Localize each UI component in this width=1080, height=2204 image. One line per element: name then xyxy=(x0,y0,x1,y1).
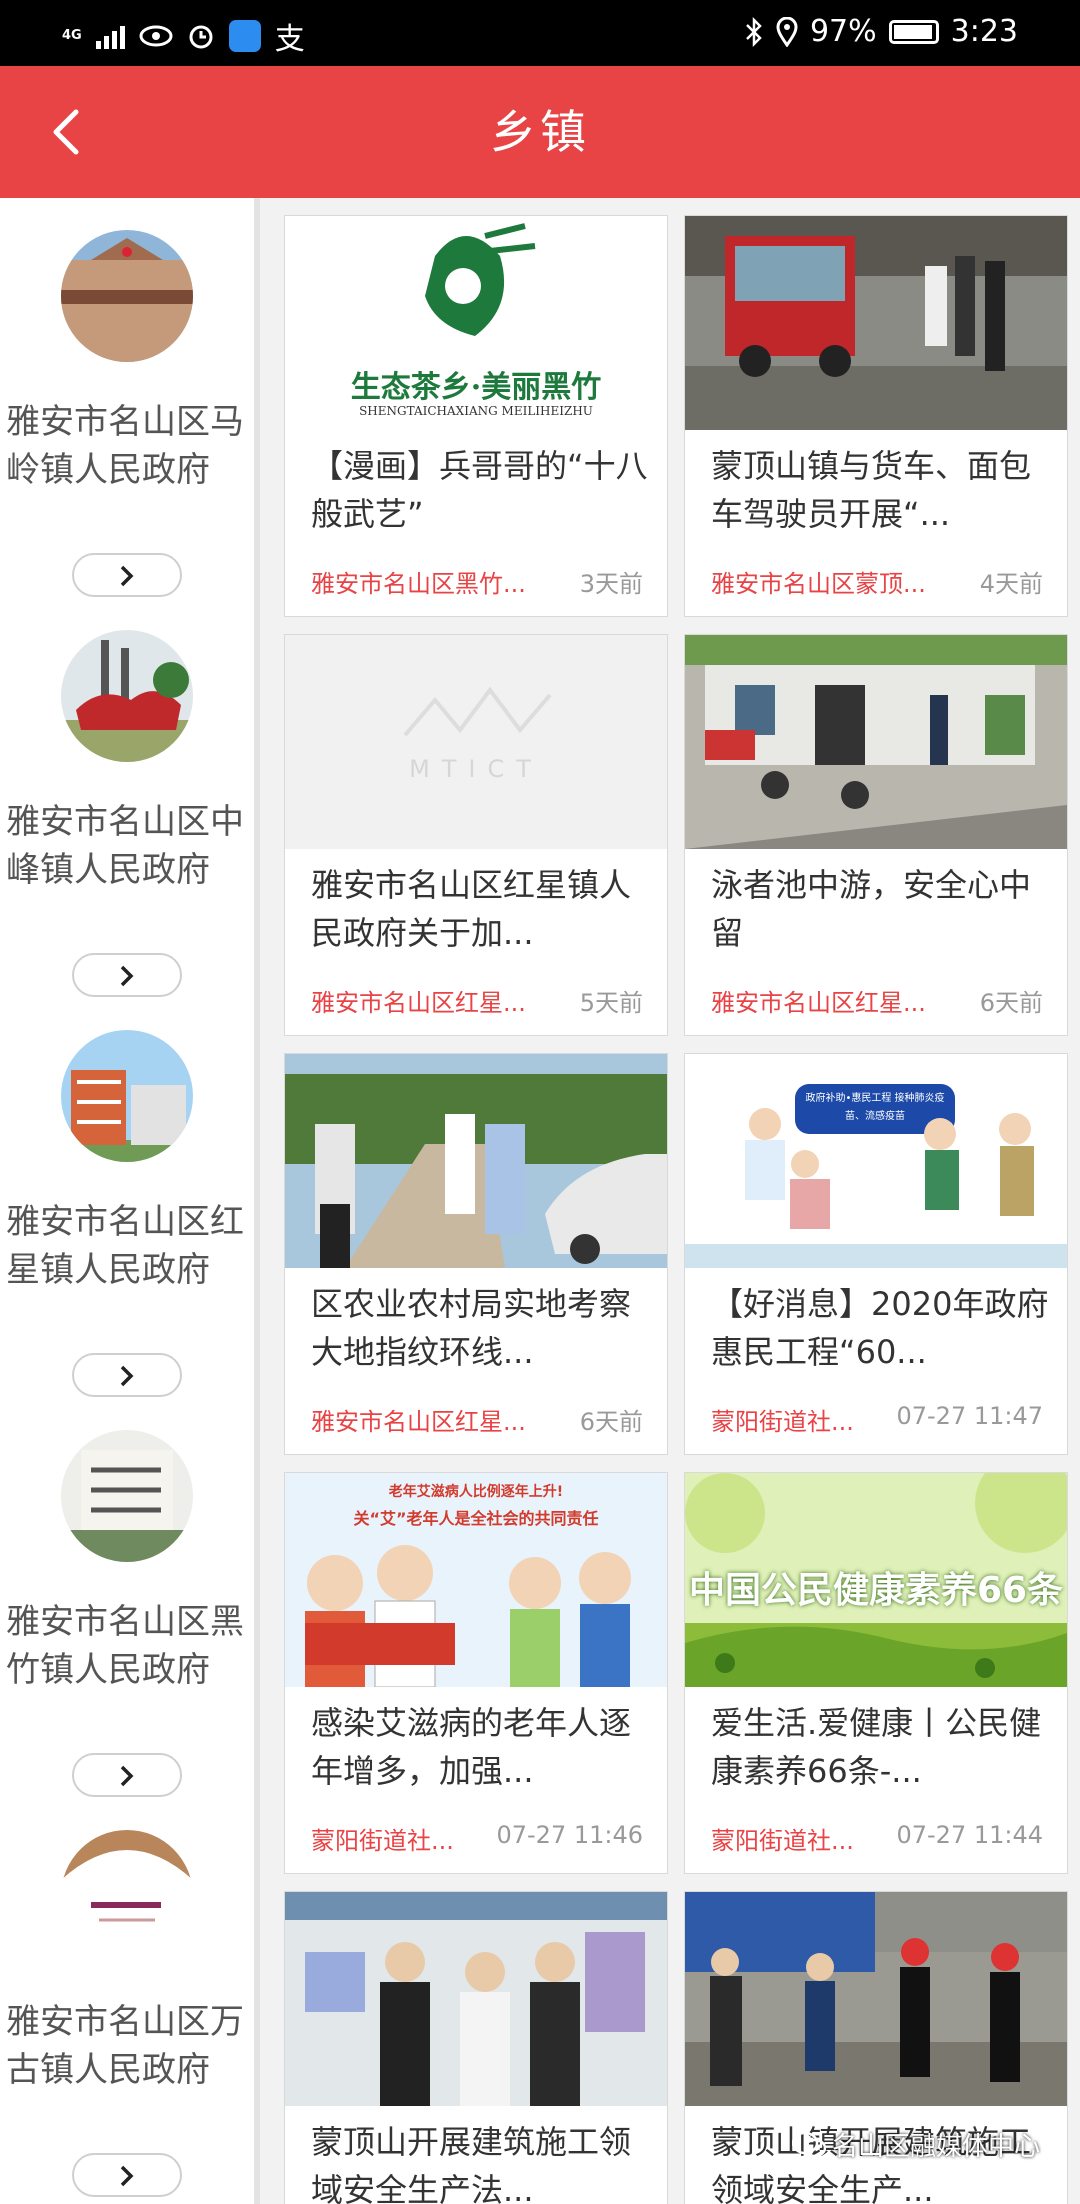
article-card[interactable]: 区农业农村局实地考察大地指纹环线... 雅安市名山区红星... 6天前 xyxy=(284,1053,668,1455)
article-time: 5天前 xyxy=(579,989,643,1017)
article-card[interactable]: 生态茶乡·美丽黑竹 SHENGTAICHAXIANG MEILIHEIZHU 【… xyxy=(284,215,668,617)
logo-subtext: SHENGTAICHAXIANG MEILIHEIZHU xyxy=(359,404,593,418)
article-thumbnail xyxy=(685,1892,1067,2106)
banner-text-1: 老年艾滋病人比例逐年上升! xyxy=(388,1484,564,1500)
town-avatar xyxy=(61,1030,193,1162)
battery-percent: 97% xyxy=(809,14,877,49)
page-title: 乡镇 xyxy=(490,105,590,159)
clock: 3:23 xyxy=(950,14,1018,49)
town-avatar xyxy=(61,630,193,762)
article-grid: 生态茶乡·美丽黑竹 SHENGTAICHAXIANG MEILIHEIZHU 【… xyxy=(260,198,1080,2204)
town-avatar xyxy=(61,230,193,362)
app-header: 乡镇 xyxy=(0,66,1080,198)
article-title: 蒙顶山开展建筑施工领域安全生产法... xyxy=(311,2123,632,2204)
back-button[interactable] xyxy=(40,100,100,164)
article-source: 雅安市名山区蒙顶... xyxy=(711,570,926,598)
alarm-icon xyxy=(189,25,213,49)
input-method-icon: 支 xyxy=(274,22,305,57)
article-title: 区农业农村局实地考察大地指纹环线... xyxy=(311,1285,632,1371)
article-title: 爱生活.爱健康丨公民健康素养66条-... xyxy=(711,1704,1042,1790)
article-time: 6天前 xyxy=(979,989,1043,1017)
article-thumbnail: MTICT xyxy=(285,635,667,849)
location-icon xyxy=(776,16,798,47)
article-time: 6天前 xyxy=(579,1408,643,1436)
bubble-text: 政府补助•惠民工程 接种肺炎疫苗、流感疫苗 xyxy=(805,1093,945,1122)
town-more-button[interactable] xyxy=(72,953,182,997)
article-source: 雅安市名山区红星... xyxy=(311,1408,526,1436)
article-time: 4天前 xyxy=(979,570,1043,598)
article-thumbnail xyxy=(285,1892,667,2106)
town-more-button[interactable] xyxy=(72,1353,182,1397)
town-more-button[interactable] xyxy=(72,553,182,597)
town-name: 雅安市名山区红星镇人民政府 xyxy=(6,1202,244,1290)
chevron-right-icon xyxy=(120,965,134,987)
town-sidebar: 雅安市名山区马岭镇人民政府 雅安市名山区中峰镇人民政府 雅安市名山区红星镇人民政… xyxy=(0,198,254,2204)
chevron-right-icon xyxy=(120,2165,134,2187)
town-name: 雅安市名山区万古镇人民政府 xyxy=(6,2002,244,2090)
status-bar: 4G 支 97% 3:23 xyxy=(0,0,1080,66)
article-title: 感染艾滋病的老年人逐年增多，加强... xyxy=(311,1704,632,1790)
article-card[interactable]: 蒙顶山镇与货车、面包车驾驶员开展“... 雅安市名山区蒙顶... 4天前 xyxy=(684,215,1068,617)
article-card[interactable]: 政府补助•惠民工程 接种肺炎疫苗、流感疫苗 【好消息】2020年政府惠民工程“6… xyxy=(684,1053,1068,1455)
article-thumbnail xyxy=(285,1054,667,1268)
watermark: 名山区融媒体中心 xyxy=(791,2126,1040,2163)
article-card[interactable]: 中国公民健康素养66条 爱生活.爱健康丨公民健康素养66条-... 蒙阳街道社.… xyxy=(684,1472,1068,1874)
logo-text: MTICT xyxy=(409,755,543,783)
article-title: 【好消息】2020年政府惠民工程“60... xyxy=(711,1285,1049,1371)
chevron-right-icon xyxy=(120,1365,134,1387)
article-title: 蒙顶山镇与货车、面包车驾驶员开展“... xyxy=(711,447,1032,533)
battery-icon xyxy=(888,19,939,44)
town-name: 雅安市名山区黑竹镇人民政府 xyxy=(6,1602,244,1690)
article-time: 07-27 11:47 xyxy=(896,1402,1043,1430)
article-thumbnail: 生态茶乡·美丽黑竹 SHENGTAICHAXIANG MEILIHEIZHU xyxy=(285,216,667,430)
banner-text: 中国公民健康素养66条 xyxy=(688,1570,1064,1611)
article-thumbnail xyxy=(685,635,1067,849)
network-type: 4G xyxy=(62,28,82,43)
article-time: 07-27 11:44 xyxy=(896,1821,1043,1849)
town-more-button[interactable] xyxy=(72,2153,182,2197)
article-card[interactable]: MTICT 雅安市名山区红星镇人民政府关于加... 雅安市名山区红星... 5天… xyxy=(284,634,668,1036)
chevron-right-icon xyxy=(120,1765,134,1787)
town-avatar xyxy=(61,1430,193,1562)
article-title: 雅安市名山区红星镇人民政府关于加... xyxy=(311,866,632,952)
banner-text-2: 关“艾”老年人是全社会的共同责任 xyxy=(353,1509,599,1528)
article-time: 07-27 11:46 xyxy=(496,1821,643,1849)
town-name: 雅安市名山区马岭镇人民政府 xyxy=(6,402,244,490)
article-source: 雅安市名山区红星... xyxy=(711,989,926,1017)
bluetooth-icon xyxy=(746,16,762,47)
wechat-icon xyxy=(791,2131,826,2157)
article-thumbnail: 政府补助•惠民工程 接种肺炎疫苗、流感疫苗 xyxy=(685,1054,1067,1268)
signal-icon xyxy=(95,23,125,49)
article-thumbnail xyxy=(685,216,1067,430)
chevron-right-icon xyxy=(120,565,134,587)
town-name: 雅安市名山区中峰镇人民政府 xyxy=(6,802,244,890)
article-source: 雅安市名山区红星... xyxy=(311,989,526,1017)
article-thumbnail: 老年艾滋病人比例逐年上升! 关“艾”老年人是全社会的共同责任 xyxy=(285,1473,667,1687)
watermark-text: 名山区融媒体中心 xyxy=(831,2132,1040,2162)
article-time: 3天前 xyxy=(579,570,643,598)
article-title: 【漫画】兵哥哥的“十八般武艺” xyxy=(311,447,648,533)
app-notification-icon xyxy=(228,20,261,52)
town-avatar xyxy=(61,1830,193,1962)
article-card[interactable]: 泳者池中游，安全心中留 雅安市名山区红星... 6天前 xyxy=(684,634,1068,1036)
article-title: 泳者池中游，安全心中留 xyxy=(711,866,1032,952)
town-more-button[interactable] xyxy=(72,1753,182,1797)
eye-icon xyxy=(139,25,173,47)
article-thumbnail: 中国公民健康素养66条 xyxy=(685,1473,1067,1687)
article-card[interactable]: 蒙顶山开展建筑施工领域安全生产法... xyxy=(284,1891,668,2204)
article-source: 雅安市名山区黑竹... xyxy=(311,570,526,598)
logo-text: 生态茶乡·美丽黑竹 xyxy=(350,370,602,405)
article-card[interactable]: 老年艾滋病人比例逐年上升! 关“艾”老年人是全社会的共同责任 感染艾滋病的老年人… xyxy=(284,1472,668,1874)
